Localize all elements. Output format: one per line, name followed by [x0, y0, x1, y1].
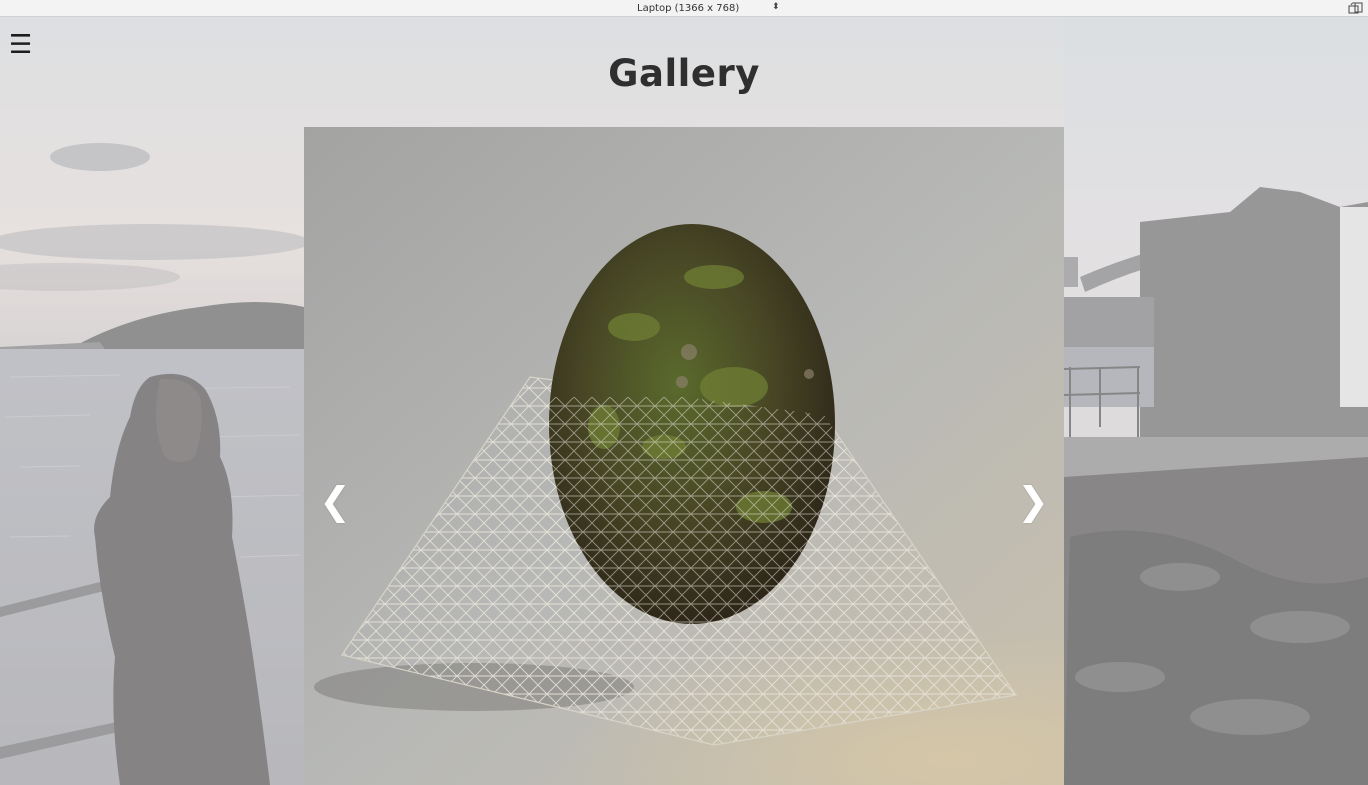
- slider-next-button[interactable]: ❯: [1013, 479, 1053, 523]
- device-select[interactable]: Laptop (1366 x 768) ⬍: [632, 2, 782, 15]
- browser-viewport: Laptop (1366 x 768) ⬍ ☰ Gallery ❮ ❯: [0, 0, 1368, 785]
- select-arrows-icon: ⬍: [772, 2, 780, 12]
- slide-image: [304, 127, 1064, 785]
- device-toolbar: Laptop (1366 x 768) ⬍: [0, 0, 1368, 17]
- slider-prev-button[interactable]: ❮: [315, 479, 355, 523]
- gallery-slider: ❮ ❯: [304, 127, 1064, 785]
- device-select-label: Laptop (1366 x 768): [637, 3, 740, 14]
- page-title: Gallery: [608, 52, 760, 95]
- rotate-device-icon[interactable]: [1348, 2, 1364, 15]
